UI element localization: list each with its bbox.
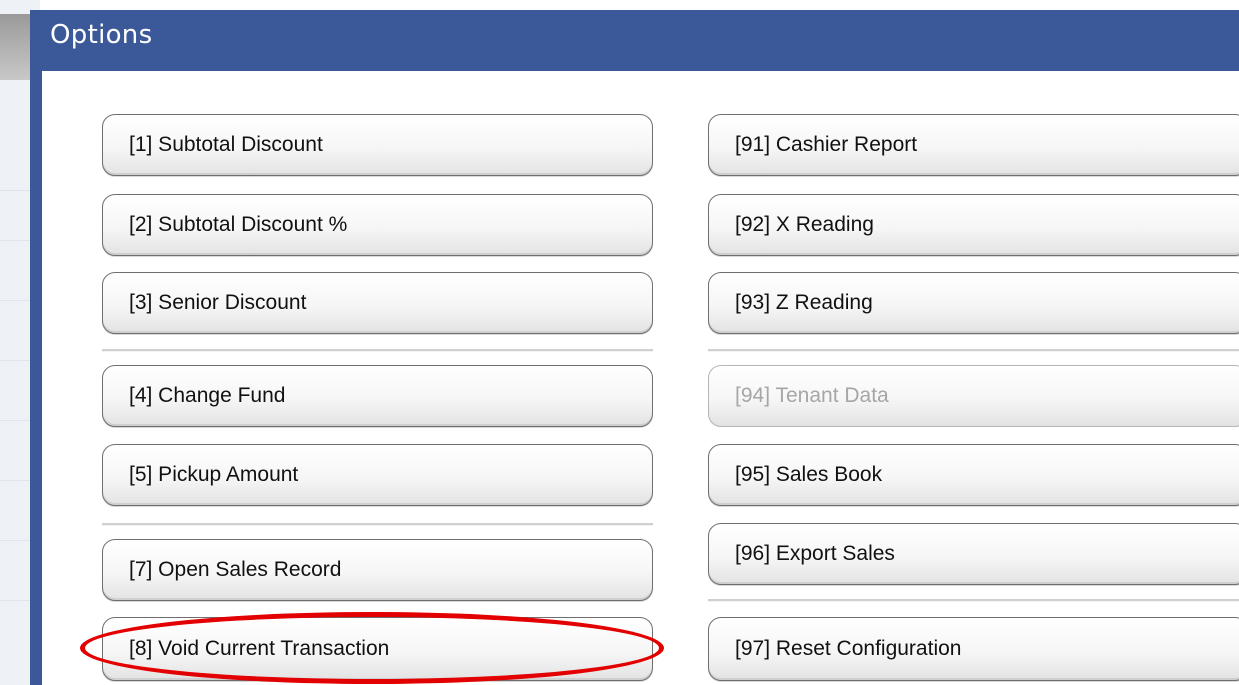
x-reading-button[interactable]: [92] X Reading bbox=[708, 194, 1239, 256]
subtotal-discount-button[interactable]: [1] Subtotal Discount bbox=[102, 114, 653, 176]
dialog-title: Options bbox=[50, 20, 153, 50]
senior-discount-button[interactable]: [3] Senior Discount bbox=[102, 272, 653, 334]
button-label: [2] Subtotal Discount % bbox=[129, 213, 348, 236]
open-sales-record-button[interactable]: [7] Open Sales Record bbox=[102, 539, 653, 601]
options-dialog: Options [1] Subtotal Discount [2] Subtot… bbox=[30, 10, 1239, 685]
button-label: [8] Void Current Transaction bbox=[129, 637, 390, 660]
tenant-data-button: [94] Tenant Data bbox=[708, 365, 1239, 427]
button-label: [4] Change Fund bbox=[129, 384, 286, 407]
button-label: [3] Senior Discount bbox=[129, 291, 307, 314]
button-label: [5] Pickup Amount bbox=[129, 463, 299, 486]
button-label: [95] Sales Book bbox=[735, 463, 883, 486]
section-divider bbox=[102, 349, 653, 351]
button-label: [97] Reset Configuration bbox=[735, 637, 962, 660]
section-divider bbox=[708, 599, 1239, 601]
z-reading-button[interactable]: [93] Z Reading bbox=[708, 272, 1239, 334]
button-label: [96] Export Sales bbox=[735, 542, 895, 565]
subtotal-discount-percent-button[interactable]: [2] Subtotal Discount % bbox=[102, 194, 653, 256]
dialog-titlebar: Options bbox=[30, 10, 1239, 70]
pickup-amount-button[interactable]: [5] Pickup Amount bbox=[102, 444, 653, 506]
void-current-transaction-button[interactable]: [8] Void Current Transaction bbox=[102, 617, 653, 681]
export-sales-button[interactable]: [96] Export Sales bbox=[708, 523, 1239, 585]
cashier-report-button[interactable]: [91] Cashier Report bbox=[708, 114, 1239, 176]
reset-configuration-button[interactable]: [97] Reset Configuration bbox=[708, 617, 1239, 681]
change-fund-button[interactable]: [4] Change Fund bbox=[102, 365, 653, 427]
section-divider bbox=[708, 349, 1239, 351]
button-label: [91] Cashier Report bbox=[735, 133, 918, 156]
button-label: [93] Z Reading bbox=[735, 291, 873, 314]
section-divider bbox=[102, 523, 653, 525]
sales-book-button[interactable]: [95] Sales Book bbox=[708, 444, 1239, 506]
button-label: [94] Tenant Data bbox=[735, 384, 889, 407]
button-label: [1] Subtotal Discount bbox=[129, 133, 323, 156]
button-label: [92] X Reading bbox=[735, 213, 874, 236]
dialog-body: [1] Subtotal Discount [2] Subtotal Disco… bbox=[42, 71, 1239, 685]
button-label: [7] Open Sales Record bbox=[129, 558, 342, 581]
